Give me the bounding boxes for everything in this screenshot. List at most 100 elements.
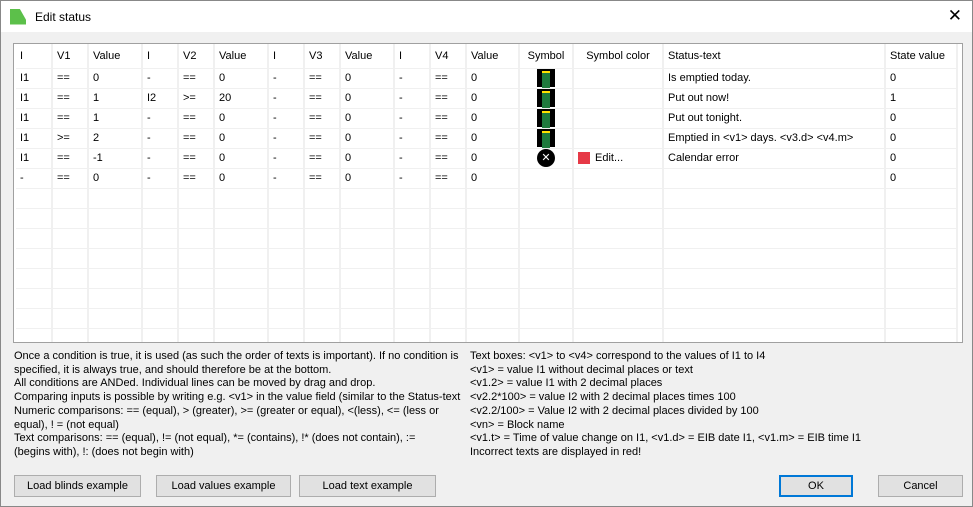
column-header[interactable]: Value [214, 44, 269, 69]
grid-cell[interactable] [178, 328, 215, 342]
grid-cell[interactable] [268, 208, 305, 229]
symbol-color-cell[interactable] [573, 88, 664, 109]
grid-cell[interactable] [214, 248, 269, 269]
grid-cell[interactable] [394, 208, 431, 229]
grid-cell[interactable]: -1 [88, 148, 143, 169]
grid-cell[interactable]: I1 [16, 128, 53, 149]
grid-cell[interactable]: 0 [340, 168, 395, 189]
grid-cell[interactable]: - [268, 68, 305, 89]
grid-cell[interactable] [394, 328, 431, 342]
grid-cell[interactable] [52, 228, 89, 249]
grid-cell[interactable]: == [430, 108, 467, 129]
grid-cell[interactable]: == [304, 168, 341, 189]
grid-cell[interactable] [394, 188, 431, 209]
column-header[interactable]: I [16, 44, 53, 69]
grid-cell[interactable] [52, 288, 89, 309]
table-row[interactable] [16, 208, 958, 229]
grid-cell[interactable] [340, 188, 395, 209]
grid-cell[interactable]: 0 [466, 108, 520, 129]
column-header[interactable]: Symbol [519, 44, 574, 69]
grid-cell[interactable] [430, 308, 467, 329]
column-header[interactable]: Value [466, 44, 520, 69]
grid-cell[interactable] [340, 328, 395, 342]
grid-cell[interactable] [142, 308, 179, 329]
grid-cell[interactable]: 0 [340, 128, 395, 149]
grid-cell[interactable] [52, 308, 89, 329]
symbol-color-cell[interactable] [573, 128, 664, 149]
table-row[interactable]: I1 == -1- == 0- == 0- == 0 ✕ Edit... Calendar error… [16, 148, 958, 169]
grid-cell[interactable] [466, 328, 520, 342]
status-text-cell[interactable] [663, 308, 886, 329]
grid-cell[interactable] [304, 288, 341, 309]
grid-cell[interactable] [214, 188, 269, 209]
grid-cell[interactable] [466, 288, 520, 309]
grid-cell[interactable] [142, 208, 179, 229]
grid-cell[interactable]: 0 [88, 68, 143, 89]
grid-cell[interactable] [88, 228, 143, 249]
grid-cell[interactable] [52, 328, 89, 342]
grid-cell[interactable] [16, 208, 53, 229]
grid-cell[interactable]: == [304, 148, 341, 169]
grid-cell[interactable] [16, 288, 53, 309]
symbol-color-cell[interactable] [573, 228, 664, 249]
grid-cell[interactable] [178, 288, 215, 309]
grid-cell[interactable] [214, 208, 269, 229]
grid-cell[interactable]: 0 [214, 168, 269, 189]
table-row[interactable]: I1 == 1- == 0- == 0- == 0 Put out tonight. 0 [16, 108, 958, 129]
state-value-cell[interactable] [885, 228, 958, 249]
grid-cell[interactable] [16, 328, 53, 342]
symbol-cell[interactable] [519, 68, 574, 89]
edit-color-link[interactable]: Edit... [595, 152, 623, 164]
grid-cell[interactable] [430, 248, 467, 269]
grid-cell[interactable]: 2 [88, 128, 143, 149]
grid-cell[interactable]: 0 [340, 148, 395, 169]
state-value-cell[interactable] [885, 288, 958, 309]
symbol-cell[interactable] [519, 108, 574, 129]
grid-cell[interactable] [466, 308, 520, 329]
grid-cell[interactable]: == [52, 148, 89, 169]
grid-cell[interactable]: - [268, 168, 305, 189]
symbol-cell[interactable]: ✕ [519, 148, 574, 169]
grid-cell[interactable] [466, 208, 520, 229]
grid-cell[interactable]: - [142, 148, 179, 169]
grid-cell[interactable] [268, 328, 305, 342]
grid-cell[interactable] [52, 248, 89, 269]
status-text-cell[interactable] [663, 168, 886, 189]
grid-cell[interactable]: I1 [16, 148, 53, 169]
grid-cell[interactable]: 0 [214, 68, 269, 89]
grid-cell[interactable] [268, 188, 305, 209]
grid-cell[interactable]: == [430, 68, 467, 89]
grid-cell[interactable] [394, 228, 431, 249]
symbol-cell[interactable] [519, 248, 574, 269]
grid-cell[interactable] [142, 328, 179, 342]
symbol-color-cell[interactable] [573, 68, 664, 89]
symbol-cell[interactable] [519, 328, 574, 342]
state-value-cell[interactable]: 0 [885, 68, 958, 89]
status-text-cell[interactable]: Emptied in <v1> days. <v3.d> <v4.m> [663, 128, 886, 149]
grid-cell[interactable] [304, 328, 341, 342]
grid-cell[interactable] [178, 188, 215, 209]
grid-cell[interactable] [340, 248, 395, 269]
grid-cell[interactable]: - [394, 108, 431, 129]
grid-cell[interactable]: 0 [466, 68, 520, 89]
grid-cell[interactable]: == [304, 88, 341, 109]
grid-cell[interactable]: - [268, 148, 305, 169]
symbol-cell[interactable] [519, 208, 574, 229]
grid-cell[interactable] [16, 188, 53, 209]
grid-cell[interactable] [16, 308, 53, 329]
grid-cell[interactable]: - [394, 168, 431, 189]
table-row[interactable]: I1 >= 2- == 0- == 0- == 0 Emptied in <v1> days. <… [16, 128, 958, 149]
grid-cell[interactable]: >= [178, 88, 215, 109]
grid-cell[interactable] [88, 268, 143, 289]
grid-cell[interactable] [142, 188, 179, 209]
table-row[interactable] [16, 228, 958, 249]
table-row[interactable] [16, 248, 958, 269]
grid-cell[interactable]: 0 [340, 68, 395, 89]
grid-cell[interactable] [466, 228, 520, 249]
grid-cell[interactable]: I1 [16, 88, 53, 109]
symbol-cell[interactable] [519, 308, 574, 329]
column-header[interactable]: Value [340, 44, 395, 69]
symbol-color-cell[interactable] [573, 168, 664, 189]
status-text-cell[interactable] [663, 268, 886, 289]
column-header[interactable]: Value [88, 44, 143, 69]
